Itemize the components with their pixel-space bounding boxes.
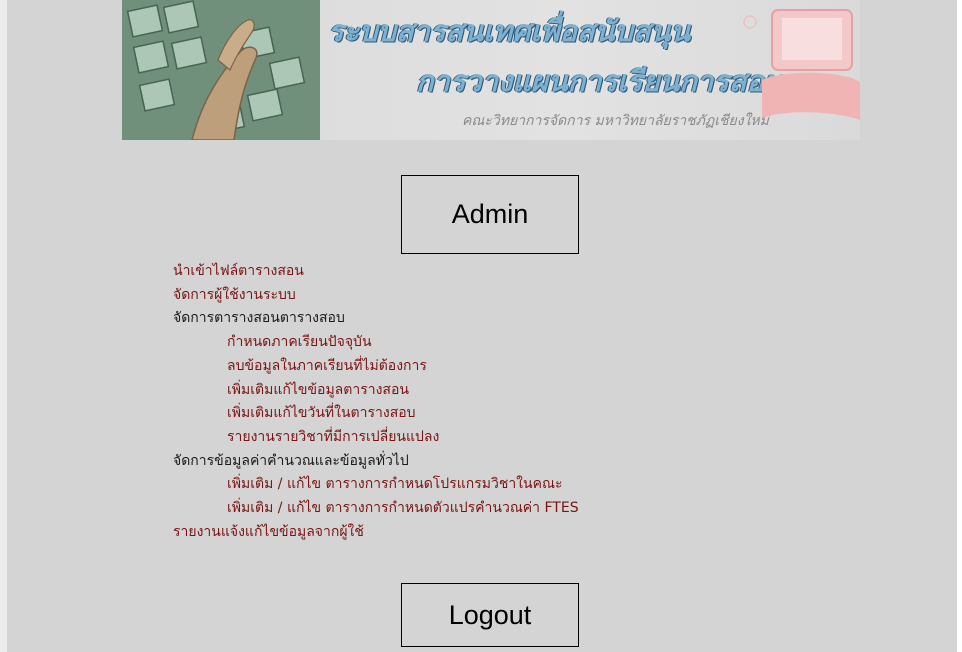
admin-menu: นำเข้าไฟล์ตารางสอน จัดการผู้ใช้งานระบบ จ… [173, 260, 579, 544]
menu-heading-schedules: จัดการตารางสอนตารางสอบ [173, 310, 345, 327]
menu-link-edit-program-table[interactable]: เพิ่มเติม / แก้ไข ตารางการกำหนดโปรแกรมวิ… [173, 473, 579, 497]
left-edge-strip [0, 0, 7, 652]
menu-link-set-current-semester[interactable]: กำหนดภาคเรียนปัจจุบัน [173, 331, 579, 355]
menu-link-manage-users[interactable]: จัดการผู้ใช้งานระบบ [173, 284, 579, 308]
right-edge-strip [957, 0, 962, 652]
logout-label: Logout [448, 599, 532, 630]
computer-decoration-graphic [743, 9, 860, 120]
admin-label: Admin [451, 199, 529, 229]
faculty-subtitle: คณะวิทยาการจัดการ มหาวิทยาลัยราชภัฏเชียง… [462, 113, 769, 129]
menu-heading-calculation-data: จัดการข้อมูลค่าคำนวณและข้อมูลทั่วไป [173, 452, 409, 469]
page: ระบบสารสนเทศเพื่อสนับสนุน การวางแผนการเร… [0, 0, 962, 652]
menu-link-import-schedule[interactable]: นำเข้าไฟล์ตารางสอน [173, 260, 579, 284]
site-title-line-1: ระบบสารสนเทศเพื่อสนับสนุน [328, 14, 691, 48]
keyboard-hand-photo [122, 0, 320, 140]
menu-link-course-change-report[interactable]: รายงานรายวิชาที่มีการเปลี่ยนแปลง [173, 426, 579, 450]
menu-link-edit-teaching-schedule[interactable]: เพิ่มเติมแก้ไขข้อมูลตารางสอน [173, 379, 579, 403]
menu-link-delete-unwanted-data[interactable]: ลบข้อมูลในภาคเรียนที่ไม่ต้องการ [173, 355, 579, 379]
menu-link-edit-exam-dates[interactable]: เพิ่มเติมแก้ไขวันที่ในตารางสอบ [173, 402, 579, 426]
site-title-line-2: การวางแผนการเรียนการสอน [416, 64, 784, 98]
logout-button[interactable]: Logout [401, 583, 579, 647]
admin-title-box: Admin [401, 175, 579, 254]
header-banner: ระบบสารสนเทศเพื่อสนับสนุน การวางแผนการเร… [122, 0, 860, 140]
menu-link-edit-ftes-table[interactable]: เพิ่มเติม / แก้ไข ตารางการกำหนดตัวแปรคำน… [173, 497, 579, 521]
menu-link-user-correction-reports[interactable]: รายงานแจ้งแก้ไขข้อมูลจากผู้ใช้ [173, 521, 579, 545]
